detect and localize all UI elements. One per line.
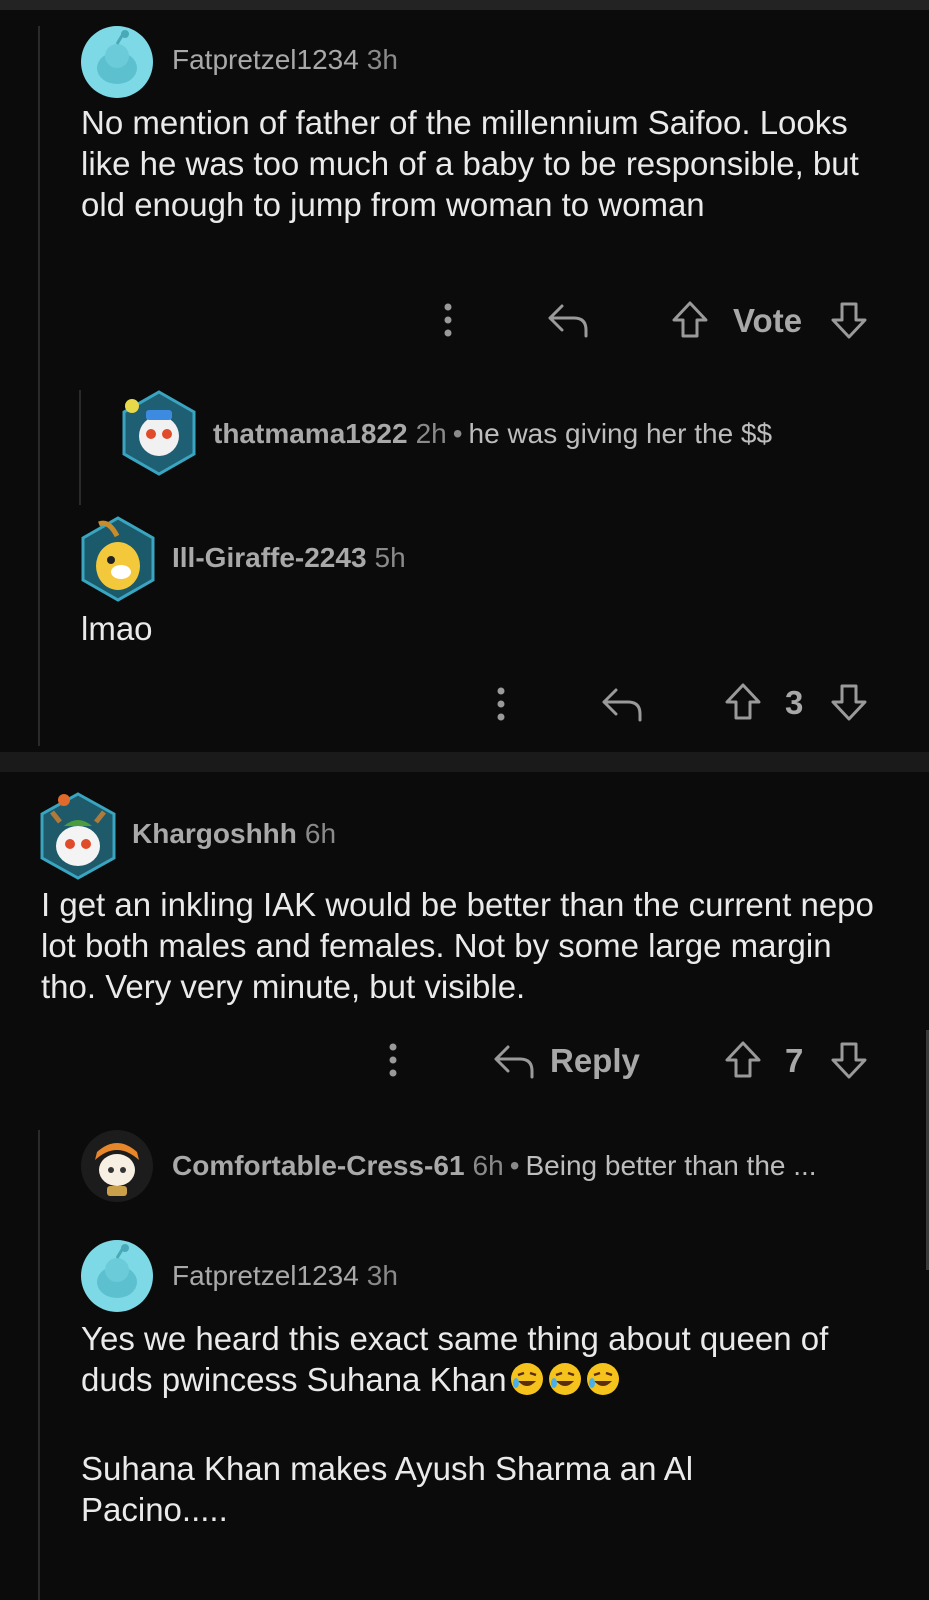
- separator-dot: •: [509, 1150, 520, 1181]
- avatar[interactable]: [81, 26, 153, 98]
- comment-author[interactable]: Ill-Giraffe-2243 5h: [172, 542, 406, 574]
- comment-author[interactable]: Fatpretzel1234 3h: [172, 1260, 398, 1292]
- comment-body: No mention of father of the millennium S…: [81, 104, 859, 223]
- more-options-button[interactable]: [434, 300, 462, 340]
- more-vertical-icon: [444, 303, 452, 337]
- rolling-laughing-emoji: [510, 1363, 543, 1395]
- reply-arrow-icon: [602, 688, 642, 722]
- avatar[interactable]: [79, 516, 157, 602]
- timestamp: 5h: [374, 542, 406, 573]
- avatar[interactable]: [38, 792, 118, 880]
- comment-text: Yes we heard this exact same thing about…: [81, 1320, 829, 1398]
- avatar[interactable]: [81, 1130, 153, 1202]
- downvote-arrow-icon: [831, 684, 867, 721]
- top-bar: [0, 0, 929, 10]
- upvote-arrow-icon: [725, 683, 761, 720]
- username[interactable]: Fatpretzel1234: [172, 1260, 359, 1291]
- reply-arrow-icon: [494, 1045, 534, 1079]
- vote-label: Vote: [733, 302, 803, 339]
- comment-body: lmao: [81, 610, 153, 647]
- timestamp: 6h: [304, 818, 337, 849]
- more-options-button[interactable]: [379, 1040, 407, 1080]
- comment-author[interactable]: thatmama1822 2h • he was giving her the $$: [213, 418, 772, 450]
- vote-count: 3: [785, 684, 804, 721]
- separator-dot: •: [452, 418, 463, 449]
- timestamp: 2h: [415, 418, 447, 449]
- reply-button[interactable]: [546, 302, 590, 338]
- more-vertical-icon: [497, 687, 505, 721]
- reply-button[interactable]: Reply: [492, 1042, 640, 1080]
- comment-author[interactable]: Khargoshhh 6h: [132, 818, 336, 850]
- reply-button[interactable]: [600, 686, 644, 722]
- comment-author[interactable]: Comfortable-Cress-61 6h • Being better than…: [172, 1150, 817, 1182]
- avatar[interactable]: [120, 390, 198, 476]
- rolling-laughing-emoji: [548, 1363, 581, 1395]
- more-vertical-icon: [389, 1043, 397, 1077]
- avatar[interactable]: [81, 1240, 153, 1312]
- reply-label: Reply: [550, 1042, 640, 1079]
- upvote-button[interactable]: [723, 1040, 763, 1080]
- username[interactable]: Fatpretzel1234: [172, 44, 359, 75]
- upvote-arrow-icon: [725, 1041, 761, 1078]
- more-options-button[interactable]: [487, 684, 515, 724]
- username[interactable]: Khargoshhh: [132, 818, 297, 849]
- comment-body: I get an inkling IAK would be better tha…: [41, 886, 874, 1005]
- timestamp: 3h: [366, 1260, 398, 1291]
- upvote-arrow-icon: [672, 301, 708, 338]
- collapsed-preview[interactable]: Being better than the ...: [526, 1150, 817, 1181]
- thread-line[interactable]: [38, 1130, 40, 1600]
- username[interactable]: Comfortable-Cress-61: [172, 1150, 465, 1181]
- rolling-laughing-emoji: [586, 1363, 619, 1395]
- comment-body-paragraph: Suhana Khan makes Ayush Sharma an Al Pac…: [81, 1450, 694, 1528]
- timestamp: 3h: [366, 44, 398, 75]
- upvote-button[interactable]: [670, 300, 710, 340]
- comment-author[interactable]: Fatpretzel1234 3h: [172, 44, 398, 76]
- collapsed-preview[interactable]: he was giving her the $$: [469, 418, 773, 449]
- downvote-button[interactable]: [829, 682, 869, 722]
- timestamp: 6h: [472, 1150, 504, 1181]
- thread-line[interactable]: [38, 26, 40, 746]
- comment-body: Yes we heard this exact same thing about…: [81, 1318, 871, 1400]
- reply-arrow-icon: [548, 304, 588, 338]
- vote-count: 7: [785, 1042, 804, 1079]
- thread-line[interactable]: [79, 390, 81, 505]
- downvote-arrow-icon: [831, 1042, 867, 1079]
- downvote-button[interactable]: [829, 1040, 869, 1080]
- comment-divider: [0, 752, 929, 772]
- downvote-button[interactable]: [829, 300, 869, 340]
- downvote-arrow-icon: [831, 302, 867, 339]
- upvote-button[interactable]: [723, 682, 763, 722]
- username[interactable]: Ill-Giraffe-2243: [172, 542, 367, 573]
- username[interactable]: thatmama1822: [213, 418, 408, 449]
